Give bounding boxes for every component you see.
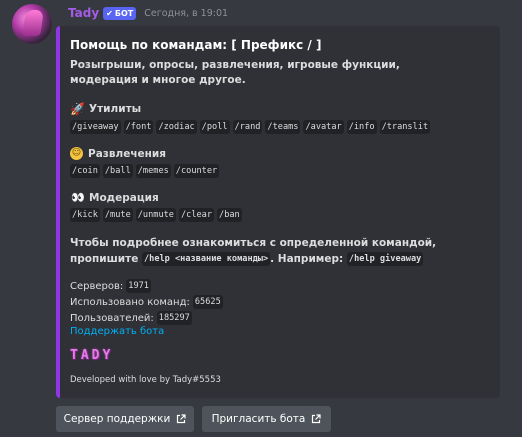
- field-moderation: 👀 Модерация: [70, 191, 159, 204]
- external-link-icon: [177, 414, 186, 424]
- stat-value: 1971: [126, 279, 151, 293]
- command-code: /teams: [265, 120, 301, 134]
- field-moderation-name: Модерация: [89, 191, 159, 204]
- stat-value: 65625: [192, 295, 223, 309]
- command-code: /rand: [232, 120, 263, 134]
- stat-label: Пользователей:: [70, 312, 154, 324]
- command-code: /poll: [199, 120, 230, 134]
- invite-bot-button-label: Пригласить бота: [211, 413, 306, 425]
- stat-label: Использовано команд:: [70, 296, 190, 308]
- field-utilities-name: Утилиты: [89, 103, 142, 115]
- avatar[interactable]: [12, 4, 52, 44]
- fun-commands: /coin /ball /memes /counter: [70, 164, 220, 178]
- command-code: /mute: [102, 208, 133, 222]
- embed-title: Помощь по командам: [ Префикс / ]: [70, 38, 322, 52]
- command-code: /unmute: [135, 208, 176, 222]
- moderation-commands: /kick /mute /unmute /clear /ban: [70, 208, 242, 222]
- field-fun-name: Развлечения: [88, 147, 167, 160]
- external-link-icon: [312, 414, 321, 424]
- command-code: /clear: [178, 208, 215, 222]
- command-code: /translit: [379, 120, 431, 134]
- command-code: /font: [123, 120, 154, 134]
- command-code: /kick: [70, 208, 100, 222]
- command-code: /giveaway: [70, 120, 121, 134]
- author-name[interactable]: Tady: [68, 6, 99, 20]
- stat-users: Пользователей: 185297: [70, 311, 192, 325]
- tady-logo: TADY: [70, 348, 114, 363]
- command-code: /counter: [173, 164, 220, 178]
- stat-servers: Серверов: 1971: [70, 279, 151, 293]
- embed: Помощь по командам: [ Префикс / ] Розыгр…: [56, 26, 500, 398]
- help-code: /help <название команды>: [141, 252, 271, 266]
- check-icon: ✔: [106, 8, 113, 18]
- command-code: /info: [346, 120, 377, 134]
- smiley-icon: ☺: [70, 147, 83, 160]
- field-utilities: 🚀 Утилиты: [70, 102, 141, 116]
- timestamp: Сегодня, в 19:01: [144, 7, 229, 19]
- support-server-button[interactable]: Сервер поддержки: [56, 406, 194, 432]
- command-code: /coin: [70, 164, 100, 178]
- help-example-code: /help giveaway: [346, 252, 424, 266]
- message-header: Tady ✔ БОТ Сегодня, в 19:01: [68, 5, 228, 21]
- utilities-commands: /giveaway /font /zodiac /poll /rand /tea…: [70, 120, 431, 134]
- support-bot-link[interactable]: Поддержать бота: [70, 326, 164, 337]
- rocket-icon: 🚀: [70, 102, 85, 116]
- eyes-icon: 👀: [71, 191, 85, 204]
- stat-label: Серверов:: [70, 280, 124, 292]
- field-fun: ☺ Развлечения: [70, 147, 166, 160]
- stat-commands-used: Использовано команд: 65625: [70, 295, 223, 309]
- bot-badge: ✔ БОТ: [103, 6, 137, 20]
- avatar-image: [22, 10, 44, 36]
- help-text-example: . Например:: [270, 253, 344, 265]
- command-code: /memes: [135, 164, 171, 178]
- command-code: /avatar: [303, 120, 344, 134]
- stat-value: 185297: [156, 311, 192, 325]
- support-server-button-label: Сервер поддержки: [63, 413, 171, 425]
- command-code: /zodiac: [156, 120, 197, 134]
- command-code: /ban: [217, 208, 242, 222]
- invite-bot-button[interactable]: Пригласить бота: [202, 406, 331, 432]
- embed-footer: Developed with love by Tady#5553: [70, 375, 221, 385]
- command-code: /ball: [102, 164, 133, 178]
- bot-badge-label: БОТ: [114, 8, 134, 18]
- embed-description: Розыгрыши, опросы, развлечения, игровые …: [70, 59, 400, 86]
- help-instructions: Чтобы подробнее ознакомиться с определен…: [70, 235, 480, 267]
